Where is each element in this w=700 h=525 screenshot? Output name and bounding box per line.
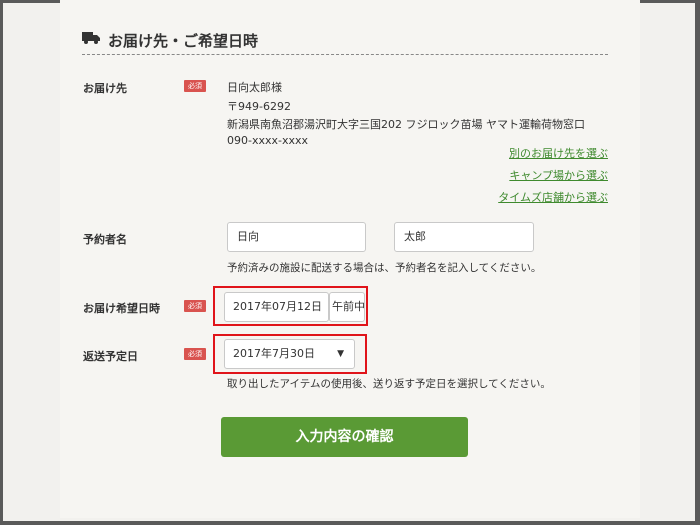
truck-icon [82,32,100,44]
reserver-note: 予約済みの施設に配送する場合は、予約者名を記入してください。 [227,262,542,274]
section-title: お届け先・ご希望日時 [108,32,259,50]
first-name-field[interactable]: 太郎 [394,222,534,252]
phone-number: 090-xxxx-xxxx [227,134,309,147]
highlight-box [213,334,367,374]
required-badge: 必須 [184,300,206,312]
select-times-store-link[interactable]: タイムズ店舗から選ぶ [498,189,608,205]
delivery-label: お届け先 [83,82,127,95]
section-header: お届け先・ご希望日時 [82,28,608,55]
select-other-address-link[interactable]: 別のお届け先を選ぶ [509,145,608,161]
confirm-button[interactable]: 入力内容の確認 [221,417,468,457]
postal-code: 〒949-6292 [227,100,291,113]
required-badge: 必須 [184,80,206,92]
last-name-field[interactable]: 日向 [227,222,366,252]
required-badge: 必須 [184,348,206,360]
highlight-box [213,286,368,326]
address-text: 新潟県南魚沼郡湯沢町大字三国202 フジロック苗場 ヤマト運輸荷物窓口 [227,118,585,131]
return-date-label: 返送予定日 [83,350,138,363]
reserver-label: 予約者名 [83,233,127,246]
select-campsite-link[interactable]: キャンプ場から選ぶ [509,167,608,183]
recipient-name: 日向太郎様 [227,81,282,94]
return-date-note: 取り出したアイテムの使用後、送り返す予定日を選択してください。 [227,378,551,390]
delivery-date-label: お届け希望日時 [83,302,160,315]
